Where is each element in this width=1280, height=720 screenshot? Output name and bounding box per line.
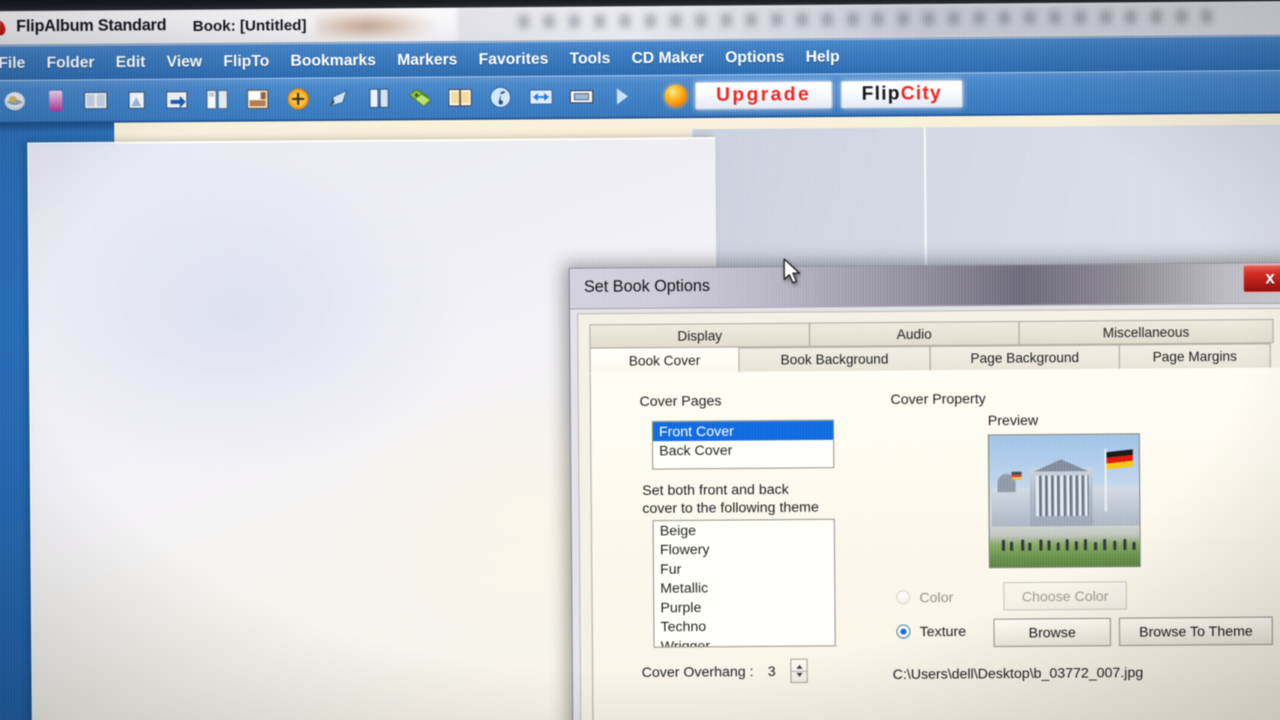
menu-item-options[interactable]: Options xyxy=(725,48,784,67)
cover-overhang-value[interactable]: 3 xyxy=(761,663,783,679)
menu-item-edit[interactable]: Edit xyxy=(116,53,146,71)
tab-display[interactable]: Display xyxy=(589,322,811,349)
pink-page-icon[interactable] xyxy=(41,88,70,115)
dialog-titlebar[interactable]: Set Book Options x xyxy=(569,263,1280,310)
orange-dot-icon[interactable] xyxy=(664,84,687,108)
color-radio-label: Color xyxy=(919,588,954,606)
tab-audio[interactable]: Audio xyxy=(808,320,1020,347)
cover-preview-frame[interactable] xyxy=(987,433,1141,569)
list-item-techno[interactable]: Techno xyxy=(654,616,834,637)
upgrade-label: Upgrade xyxy=(715,83,812,106)
menu-item-cd-maker[interactable]: CD Maker xyxy=(631,49,703,68)
cover-pages-listbox[interactable]: Front Cover Back Cover xyxy=(651,419,835,470)
tab-page-background[interactable]: Page Background xyxy=(929,344,1120,371)
screen-photo: FlipAlbum Standard Book: [Untitled] File… xyxy=(0,0,1280,720)
close-icon-glyph: x xyxy=(1265,268,1275,288)
play-arrow-icon[interactable] xyxy=(608,83,637,110)
stepper-divider xyxy=(790,670,807,672)
german-flag-small-icon xyxy=(1011,471,1022,480)
menu-item-tools[interactable]: Tools xyxy=(570,49,611,68)
page-pair-icon[interactable] xyxy=(365,85,394,112)
tab-book-cover[interactable]: Book Cover xyxy=(589,346,740,374)
cover-overhang-row: Cover Overhang : 3 xyxy=(641,658,808,685)
set-book-options-dialog[interactable]: Set Book Options x Display Audio Miscell… xyxy=(568,262,1280,720)
flipcity-button[interactable]: Flip City xyxy=(840,79,964,109)
menu-item-markers[interactable]: Markers xyxy=(397,51,457,70)
flipcity-city-label: City xyxy=(900,82,942,105)
texture-radio-row[interactable]: Texture xyxy=(896,623,966,640)
browse-to-theme-button[interactable]: Browse To Theme xyxy=(1118,616,1273,647)
menu-item-folder[interactable]: Folder xyxy=(46,53,94,72)
list-item-beige[interactable]: Beige xyxy=(654,520,834,541)
menu-item-help[interactable]: Help xyxy=(806,48,840,66)
cover-overhang-label: Cover Overhang : xyxy=(641,663,754,681)
texture-radio-label: Texture xyxy=(919,622,967,640)
menu-item-bookmarks[interactable]: Bookmarks xyxy=(290,51,376,70)
music-note-icon[interactable] xyxy=(486,84,515,111)
menu-item-favorites[interactable]: Favorites xyxy=(479,50,549,69)
filmstrip-icon[interactable] xyxy=(567,83,596,110)
people-silhouettes xyxy=(990,527,1141,551)
cover-pages-label: Cover Pages xyxy=(639,392,722,409)
building-pediment xyxy=(1034,459,1089,472)
dialog-body: Display Audio Miscellaneous Book Cover B… xyxy=(577,307,1280,720)
browse-button[interactable]: Browse xyxy=(993,617,1112,648)
list-item-purple[interactable]: Purple xyxy=(654,597,834,618)
flipalbum-logo-icon xyxy=(0,18,9,37)
menu-item-file[interactable]: File xyxy=(0,54,25,72)
right-arrow-icon[interactable] xyxy=(162,87,191,114)
theme-listbox[interactable]: Beige Flowery Fur Metallic Purple Techno… xyxy=(652,518,836,648)
flipcity-flip-label: Flip xyxy=(861,83,901,105)
list-item-wrigger[interactable]: Wrigger xyxy=(655,635,835,648)
app-title: FlipAlbum Standard xyxy=(16,16,167,36)
add-orange-icon[interactable] xyxy=(284,86,313,113)
tab-miscellaneous[interactable]: Miscellaneous xyxy=(1018,318,1274,346)
building-left-wing xyxy=(991,487,1033,527)
insert-pages-icon[interactable] xyxy=(203,86,232,113)
upgrade-button[interactable]: Upgrade xyxy=(694,80,833,110)
flip-pages-icon[interactable] xyxy=(527,84,556,111)
cover-overhang-stepper[interactable] xyxy=(789,658,808,684)
building-right-wing xyxy=(1090,487,1140,526)
texture-radio-button[interactable] xyxy=(896,624,911,639)
cover-property-label: Cover Property xyxy=(890,390,986,407)
close-icon[interactable]: x xyxy=(1242,264,1280,293)
book-title: Book: [Untitled] xyxy=(192,16,307,35)
tags-icon[interactable] xyxy=(405,85,434,112)
tab-book-background[interactable]: Book Background xyxy=(738,345,931,372)
dialog-title: Set Book Options xyxy=(583,277,711,297)
menu-item-flipto[interactable]: FlipTo xyxy=(223,52,269,71)
menu-item-view[interactable]: View xyxy=(167,53,203,71)
open-book-icon[interactable] xyxy=(446,84,475,111)
book-cover-panel: Cover Pages Front Cover Back Cover Set b… xyxy=(589,367,1280,720)
list-item-back-cover[interactable]: Back Cover xyxy=(653,440,833,461)
list-item-front-cover[interactable]: Front Cover xyxy=(652,420,834,442)
theme-hint-line1: Set both front and back xyxy=(642,480,789,499)
desktop-screen: FlipAlbum Standard Book: [Untitled] File… xyxy=(0,0,1280,720)
single-page-icon[interactable] xyxy=(122,87,151,114)
color-radio-row[interactable]: Color xyxy=(896,589,953,606)
two-page-spread-icon[interactable] xyxy=(81,87,110,114)
tab-page-margins[interactable]: Page Margins xyxy=(1118,343,1271,369)
list-item-metallic[interactable]: Metallic xyxy=(654,577,834,598)
insert-photo-icon[interactable] xyxy=(243,86,272,113)
list-item-fur[interactable]: Fur xyxy=(654,558,834,579)
edit-pencil-icon[interactable] xyxy=(324,85,353,112)
photo-glare-smudge xyxy=(315,8,438,41)
reichstag-building-preview xyxy=(988,434,1141,568)
globe-icon[interactable] xyxy=(1,88,30,115)
german-flag-icon xyxy=(1106,449,1133,470)
choose-color-button[interactable]: Choose Color xyxy=(1003,581,1127,611)
theme-hint-line2: cover to the following theme xyxy=(642,498,819,517)
building-columns xyxy=(1035,475,1089,517)
preview-label: Preview xyxy=(987,411,1039,429)
color-radio-button[interactable] xyxy=(896,590,911,605)
promo-area: Upgrade Flip City xyxy=(664,79,964,111)
list-item-flowery[interactable]: Flowery xyxy=(654,539,834,560)
texture-file-path: C:\Users\dell\Desktop\b_03772_007.jpg xyxy=(892,664,1144,683)
